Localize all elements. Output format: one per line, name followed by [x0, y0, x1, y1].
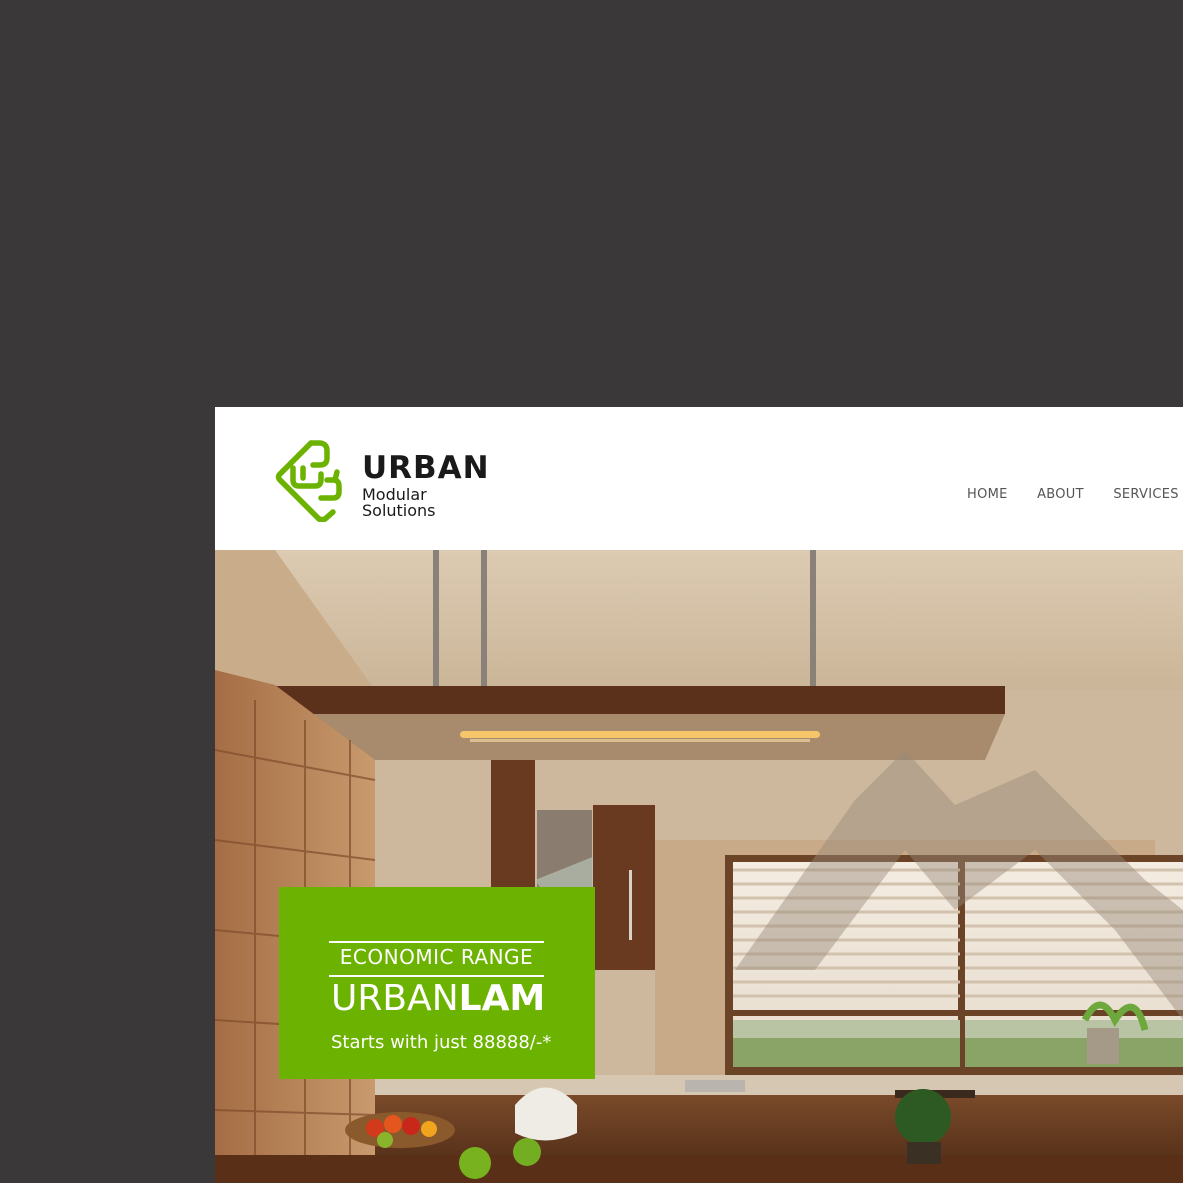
nav-about[interactable]: ABOUT	[1037, 487, 1084, 502]
urban-logo-icon	[275, 440, 342, 522]
promo-title-bold: LAM	[458, 978, 546, 1019]
brand-name: URBAN	[362, 450, 490, 486]
brand-tagline: Modular Solutions	[362, 485, 436, 520]
promo-title-light: URBAN	[331, 978, 459, 1019]
fruit-basket	[345, 1112, 455, 1148]
brand-logo[interactable]: URBAN Modular Solutions	[275, 440, 505, 522]
promo-kicker: ECONOMIC RANGE	[339, 945, 534, 969]
promo-rule-top	[329, 941, 544, 943]
kitchen-scene-image	[215, 550, 1183, 1183]
promo-rule-bottom	[329, 975, 544, 977]
promo-price: Starts with just 88888/-*	[331, 1032, 552, 1053]
promo-title: URBANLAM	[331, 981, 545, 1017]
main-nav: HOME ABOUT SERVICES	[967, 485, 1183, 503]
hero-banner: ECONOMIC RANGE URBANLAM Starts with just…	[215, 550, 1183, 1183]
site-header: URBAN Modular Solutions HOME ABOUT SERVI…	[215, 407, 1183, 550]
nav-home[interactable]: HOME	[967, 487, 1008, 502]
website-frame: URBAN Modular Solutions HOME ABOUT SERVI…	[215, 407, 1183, 1183]
promo-card[interactable]: ECONOMIC RANGE URBANLAM Starts with just…	[279, 887, 595, 1079]
nav-services[interactable]: SERVICES	[1113, 487, 1178, 502]
